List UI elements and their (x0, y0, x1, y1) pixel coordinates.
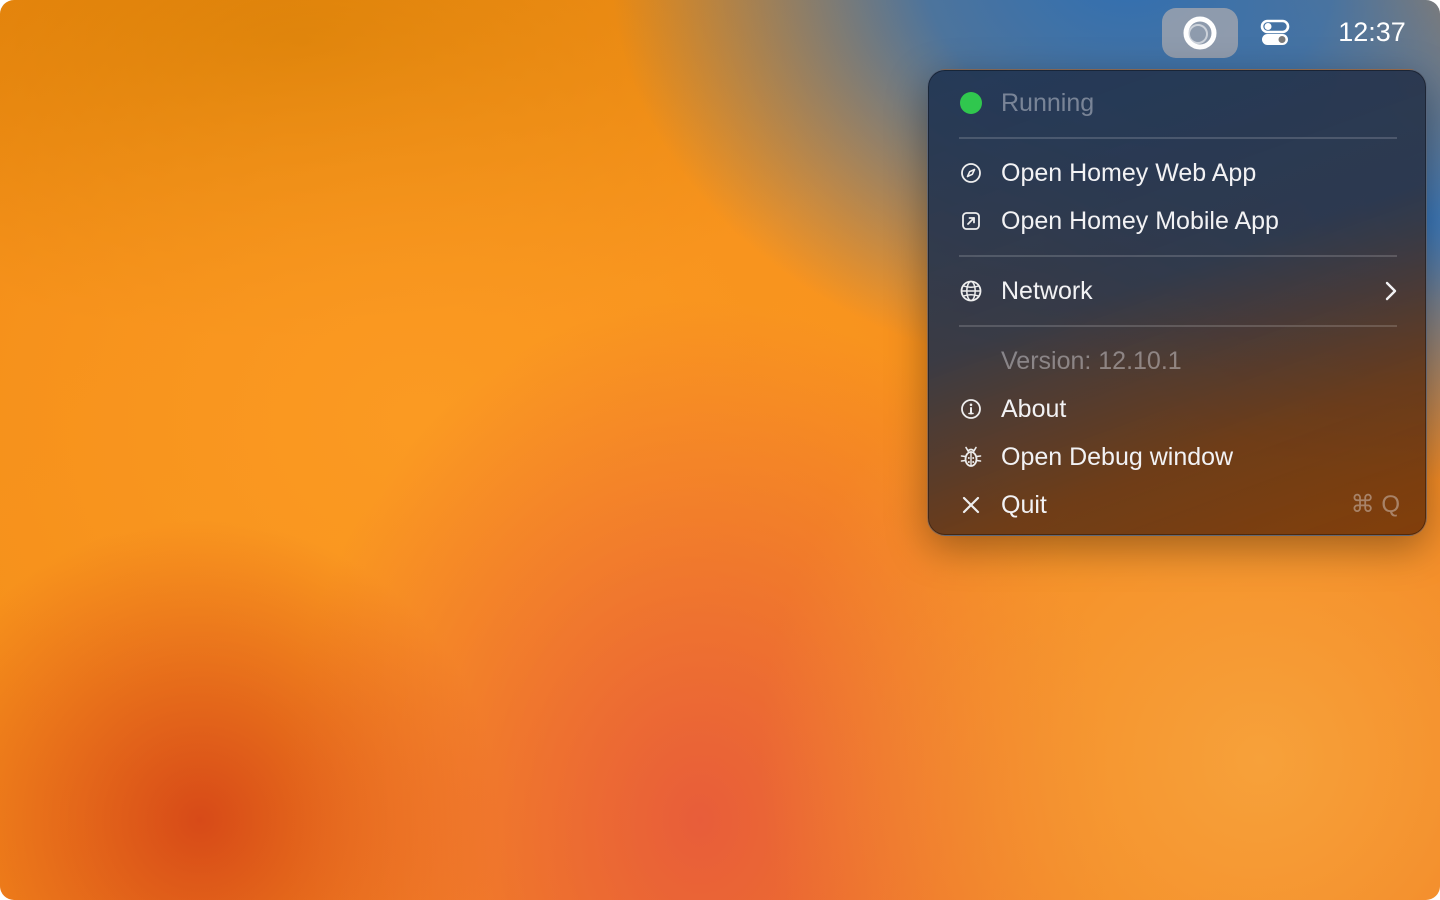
desktop-wallpaper: 12:37 Running Open Homey Web App Open Ho… (0, 0, 1440, 900)
menu-bar: 12:37 (0, 0, 1440, 64)
homey-menubar-button[interactable] (1162, 8, 1238, 58)
menu-separator (959, 325, 1397, 327)
control-center-icon (1260, 19, 1290, 45)
quit-shortcut: ⌘ Q (1350, 491, 1400, 518)
version-row: Version: 12.10.1 (928, 338, 1428, 384)
menu-item-label: Open Debug window (1001, 443, 1234, 471)
menu-item-label: About (1001, 395, 1067, 423)
menubar-clock[interactable]: 12:37 (1322, 14, 1422, 50)
external-link-icon (959, 209, 983, 233)
close-icon (959, 493, 983, 517)
menu-item-quit[interactable]: Quit ⌘ Q (928, 482, 1428, 528)
homey-dropdown-menu: Running Open Homey Web App Open Homey Mo… (927, 69, 1427, 536)
menu-separator (959, 137, 1397, 139)
control-center-button[interactable] (1256, 16, 1294, 50)
chevron-right-icon (1384, 280, 1398, 302)
menu-item-open-debug-window[interactable]: Open Debug window (928, 434, 1428, 480)
homey-ring-icon (1183, 16, 1217, 50)
status-row: Running (928, 80, 1428, 126)
bug-icon (959, 445, 983, 469)
status-label: Running (1001, 89, 1095, 117)
menu-item-label: Open Homey Web App (1001, 159, 1257, 187)
menu-item-network[interactable]: Network (928, 268, 1428, 314)
globe-icon (959, 279, 983, 303)
menu-item-label: Quit (1001, 491, 1047, 519)
menu-item-label: Network (1001, 277, 1093, 305)
compass-icon (959, 161, 983, 185)
menu-item-about[interactable]: About (928, 386, 1428, 432)
info-icon (959, 397, 983, 421)
menu-item-open-web-app[interactable]: Open Homey Web App (928, 150, 1428, 196)
menu-item-label: Open Homey Mobile App (1001, 207, 1279, 235)
menu-separator (959, 255, 1397, 257)
status-dot-icon (959, 91, 983, 115)
version-label: Version: 12.10.1 (1001, 347, 1182, 375)
menu-item-open-mobile-app[interactable]: Open Homey Mobile App (928, 198, 1428, 244)
